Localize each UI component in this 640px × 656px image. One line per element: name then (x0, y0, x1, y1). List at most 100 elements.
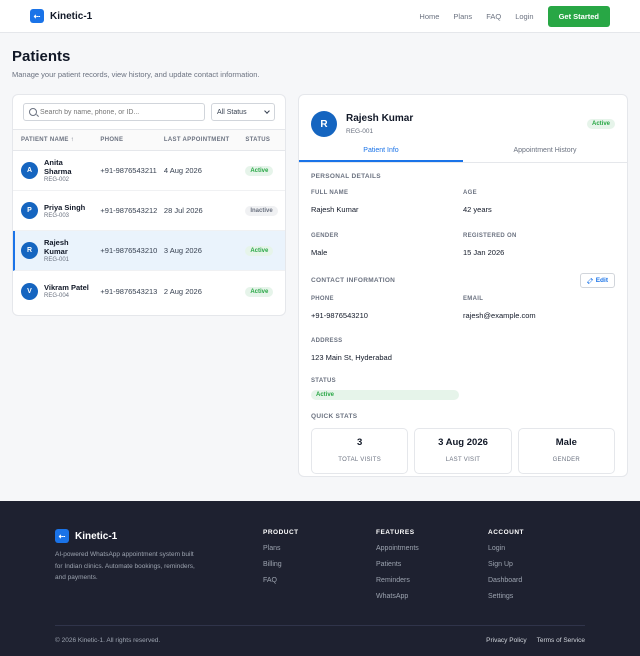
footer-link-appointments[interactable]: Appointments (376, 545, 419, 552)
patient-phone: +91-9876543212 (100, 206, 158, 215)
footer-col-account: ACCOUNT Login Sign Up Dashboard Settings (488, 529, 524, 600)
footer-col-features: FEATURES Appointments Patients Reminders… (376, 529, 419, 600)
nav-link-plans[interactable]: Plans (453, 12, 472, 21)
age-value: 42 years (463, 205, 492, 214)
footer-link-login[interactable]: Login (488, 545, 524, 552)
stat-total-visits: 3 TOTAL VISITS (311, 428, 409, 474)
footer-brand[interactable]: ⇠ Kinetic-1 (55, 529, 117, 543)
age-label: AGE (463, 190, 477, 196)
logo-icon: ⇠ (55, 529, 69, 543)
contact-row-1: PHONE +91-9876543210 EMAIL rajesh@exampl… (311, 296, 615, 320)
patient-cell: R Rajesh Kumar REG-001 (21, 238, 100, 263)
detail-status-badge: Active (586, 119, 615, 129)
personal-row-1: FULL NAME Rajesh Kumar AGE 42 years (311, 190, 615, 214)
privacy-policy-link[interactable]: Privacy Policy (486, 637, 526, 644)
page-subtitle: Manage your patient records, view histor… (12, 70, 260, 79)
personal-row-2: GENDER Male REGISTERED ON 15 Jan 2026 (311, 233, 615, 257)
address-label: ADDRESS (311, 338, 343, 344)
phone-label: PHONE (311, 296, 334, 302)
footer-link-signup[interactable]: Sign Up (488, 561, 524, 568)
patient-last-appointment: 3 Aug 2026 (163, 246, 202, 255)
footer-brand-name: Kinetic-1 (75, 530, 118, 542)
nav-links: Home Plans FAQ Login Get Started (419, 5, 610, 27)
table-row[interactable]: V Vikram Patel REG-004 +91-9876543213 2 … (13, 271, 285, 311)
status-label: STATUS (311, 378, 336, 384)
status-badge: Active (245, 166, 274, 176)
status-badge: Inactive (245, 206, 278, 216)
avatar: V (21, 282, 38, 300)
patient-last-appointment: 2 Aug 2026 (163, 286, 202, 296)
edit-label: Edit (595, 277, 608, 284)
detail-avatar: R (311, 111, 337, 137)
patient-cell: P Priya Singh REG-003 (21, 202, 100, 219)
address-block: ADDRESS 123 Main St, Hyderabad (311, 338, 615, 362)
search-box[interactable] (23, 103, 205, 121)
page-title: Patients (12, 48, 71, 65)
tab-patient-info[interactable]: Patient Info (299, 141, 463, 162)
email-value: rajesh@example.com (463, 311, 536, 320)
column-status: STATUS (245, 137, 271, 143)
nav-link-login[interactable]: Login (515, 12, 533, 21)
footer-link-reminders[interactable]: Reminders (376, 577, 419, 584)
tab-appointment-history[interactable]: Appointment History (463, 141, 627, 162)
search-input[interactable] (40, 106, 200, 119)
patient-name: Priya Singh (44, 202, 86, 212)
search-row: All Status (13, 95, 285, 129)
patient-detail-card: R Rajesh Kumar REG-001 Active Patient In… (298, 94, 628, 477)
avatar: A (21, 162, 38, 179)
footer: ⇠ Kinetic-1 AI-powered WhatsApp appointm… (0, 501, 640, 656)
stat-last-visit: 3 Aug 2026 LAST VISIT (414, 428, 512, 474)
status-filter-value: All Status (217, 108, 247, 116)
patient-name: Vikram Patel (44, 283, 89, 292)
detail-body: PERSONAL DETAILS FULL NAME Rajesh Kumar … (299, 173, 627, 474)
status-filter-select[interactable]: All Status (211, 103, 275, 121)
avatar: R (21, 242, 38, 259)
stat-label: GENDER (552, 457, 581, 463)
patient-list-card: All Status PATIENT NAME ↑ PHONE LAST APP… (12, 94, 286, 316)
gender-value: Male (311, 248, 328, 257)
status-pill: Active (311, 390, 459, 400)
footer-link-faq[interactable]: FAQ (263, 577, 299, 584)
stat-label: TOTAL VISITS (338, 457, 382, 463)
table-header: PATIENT NAME ↑ PHONE LAST APPOINTMENT ST… (13, 129, 285, 151)
column-patient-name[interactable]: PATIENT NAME ↑ (21, 137, 100, 143)
table-row[interactable]: P Priya Singh REG-003 +91-9876543212 28 … (13, 191, 285, 231)
terms-of-service-link[interactable]: Terms of Service (537, 637, 585, 644)
footer-copyright: © 2026 Kinetic-1. All rights reserved. (55, 637, 161, 644)
patient-cell: V Vikram Patel REG-004 (21, 282, 100, 300)
footer-description: AI-powered WhatsApp appointment system b… (55, 551, 195, 581)
status-badge: Active (245, 246, 274, 256)
full-name-label: FULL NAME (311, 190, 349, 196)
status-block: STATUS Active (311, 378, 615, 400)
nav-link-home[interactable]: Home (419, 12, 439, 21)
brand-name: Kinetic-1 (50, 10, 93, 22)
quick-stats: 3 TOTAL VISITS 3 Aug 2026 LAST VISIT Mal… (311, 428, 615, 474)
search-icon (29, 108, 37, 116)
footer-link-dashboard[interactable]: Dashboard (488, 577, 524, 584)
get-started-button[interactable]: Get Started (547, 5, 610, 27)
footer-link-settings[interactable]: Settings (488, 593, 524, 600)
table-row[interactable]: A Anita Sharma REG-002 +91-9876543211 4 … (13, 151, 285, 191)
detail-header: R Rajesh Kumar REG-001 Active (299, 95, 627, 141)
email-label: EMAIL (463, 296, 484, 302)
quick-stats-title: QUICK STATS (311, 413, 358, 420)
column-phone: PHONE (100, 137, 124, 143)
registered-value: 15 Jan 2026 (463, 248, 505, 257)
detail-name: Rajesh Kumar (346, 113, 414, 124)
patient-reg: REG-001 (44, 257, 70, 263)
table-row-selected[interactable]: R Rajesh Kumar REG-001 +91-9876543210 3 … (13, 231, 285, 271)
phone-value: +91-9876543210 (311, 311, 368, 320)
edit-contact-button[interactable]: Edit (579, 273, 615, 288)
nav-link-faq[interactable]: FAQ (486, 12, 501, 21)
patient-reg: REG-002 (44, 177, 70, 183)
top-nav: ⇠ Kinetic-1 Home Plans FAQ Login Get Sta… (0, 0, 640, 33)
contact-header: CONTACT INFORMATION Edit (311, 273, 615, 288)
footer-link-whatsapp[interactable]: WhatsApp (376, 593, 419, 600)
brand[interactable]: ⇠ Kinetic-1 (30, 9, 92, 23)
footer-link-plans[interactable]: Plans (263, 545, 299, 552)
stat-gender: Male GENDER (517, 428, 615, 474)
detail-tabs: Patient Info Appointment History (299, 141, 627, 163)
footer-link-billing[interactable]: Billing (263, 561, 299, 568)
footer-link-patients[interactable]: Patients (376, 561, 419, 568)
patient-name: Rajesh Kumar (44, 238, 69, 256)
